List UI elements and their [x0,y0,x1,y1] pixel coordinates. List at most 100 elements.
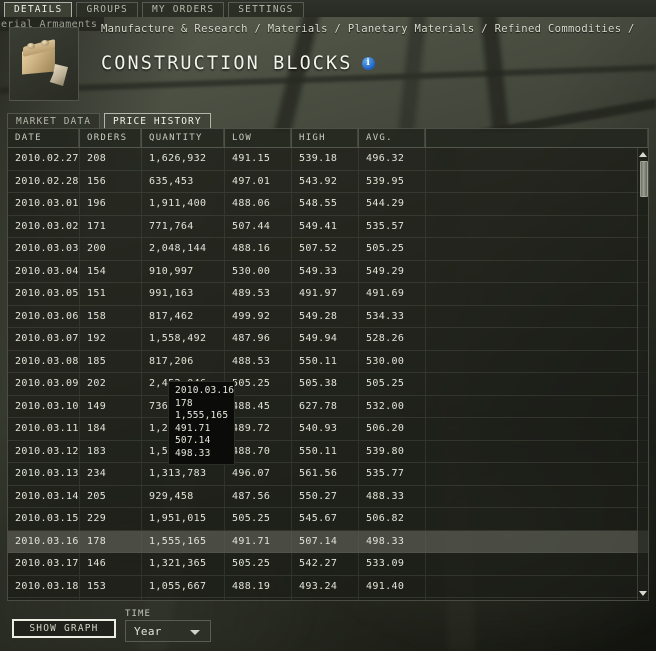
table-row[interactable]: 2010.03.15 229 1,951,015 505.25 545.67 506.82 [8,508,648,531]
cell-date: 2010.03.12 [8,440,80,462]
cell-high: 539.18 [292,148,359,170]
table-row[interactable]: 2010.03.17 146 1,321,365 505.25 542.27 533.09 [8,553,648,576]
cell-orders: 158 [80,305,142,327]
cell-high: 505.38 [292,373,359,395]
table-row[interactable]: 2010.03.07 192 1,558,492 487.96 549.94 528.26 [8,328,648,351]
cell-orders: 234 [80,463,142,485]
cell-date: 2010.03.13 [8,463,80,485]
table-row[interactable]: 2010.03.01 196 1,911,400 488.06 548.55 544.29 [8,193,648,216]
cell-avg: 530.00 [359,350,426,372]
cell-high: 542.27 [292,553,359,575]
cell-high: 550.11 [292,440,359,462]
top-tab-my-orders[interactable]: MY ORDERS [141,2,225,17]
cell-blank [426,283,648,305]
table-row[interactable]: 2010.03.14 205 929,458 487.56 550.27 488.33 [8,485,648,508]
info-icon[interactable]: i [361,57,375,70]
cell-blank [426,486,648,508]
cell-quantity: 1,555,165 [142,530,225,552]
cell-date: 2010.03.02 [8,215,80,237]
cell-high: 493.24 [292,575,359,597]
cell-blank [426,306,648,328]
cell-avg: 491.40 [359,575,426,597]
table-row[interactable]: 2010.03.09 202 2,452,046 505.25 505.38 505.25 [8,373,648,396]
table-row[interactable]: 2010.03.10 149 736,885 488.45 627.78 532.00 [8,395,648,418]
cell-blank [426,351,648,373]
cell-orders: 178 [80,598,142,600]
table-row[interactable]: 2010.03.06 158 817,462 499.92 549.28 534.33 [8,305,648,328]
scroll-up-arrow-icon[interactable] [639,150,648,159]
cell-low: 488.19 [225,575,292,597]
cell-quantity: 1,626,932 [142,148,225,170]
cell-orders: 196 [80,193,142,215]
breadcrumb[interactable]: Manufacture & Research / Materials / Pla… [101,23,635,35]
table-row[interactable]: 2010.03.02 171 771,764 507.44 549.41 535.57 [8,215,648,238]
table-body: 2010.02.27 208 1,626,932 491.15 539.18 496.32… [8,148,648,600]
table-row[interactable]: 2010.03.03 200 2,048,144 488.16 507.52 505.25 [8,238,648,261]
top-tab-settings[interactable]: SETTINGS [228,2,304,17]
cell-low: 507.44 [225,215,292,237]
show-graph-button[interactable]: SHOW GRAPH [12,619,116,638]
column-header-blank[interactable] [426,129,648,147]
cell-low: 488.06 [225,193,292,215]
table-row[interactable]: 2010.03.13 234 1,313,783 496.07 561.56 535.77 [8,463,648,486]
scrollbar-thumb[interactable] [639,161,648,197]
cell-quantity: 1,266,540 [142,418,225,440]
vertical-scrollbar[interactable] [637,148,648,600]
cell-avg: 543.65 [359,598,426,600]
time-range-select[interactable]: Year [125,620,211,642]
cell-avg: 505.25 [359,238,426,260]
table-row[interactable]: 2010.03.05 151 991,163 489.53 491.97 491.69 [8,283,648,306]
cell-orders: 151 [80,283,142,305]
cell-date: 2010.03.05 [8,283,80,305]
cell-orders: 202 [80,373,142,395]
cell-quantity: 1,911,400 [142,193,225,215]
cell-low: 489.72 [225,418,292,440]
cell-avg: 498.33 [359,530,426,552]
cell-date: 2010.03.15 [8,508,80,530]
cell-quantity: 1,156,998 [142,598,225,600]
table-row[interactable]: 2010.03.16 178 1,555,165 491.71 507.14 498.33 [8,530,648,553]
cell-avg: 532.00 [359,395,426,417]
sub-tab-price-history[interactable]: PRICE HISTORY [104,113,211,129]
cell-date: 2010.03.06 [8,305,80,327]
cell-high: 545.67 [292,508,359,530]
cell-low: 488.16 [225,238,292,260]
cell-high: 627.78 [292,395,359,417]
table-row[interactable]: 2010.02.27 208 1,626,932 491.15 539.18 496.32 [8,148,648,171]
cell-high: 550.27 [292,485,359,507]
cell-orders: 192 [80,328,142,350]
cell-blank [426,238,648,260]
cell-low: 505.25 [225,508,292,530]
cell-quantity: 817,462 [142,305,225,327]
cell-date: 2010.03.14 [8,485,80,507]
table-row[interactable]: 2010.03.11 184 1,266,540 489.72 540.93 506.20 [8,418,648,441]
top-tab-details[interactable]: DETAILS [4,2,73,17]
cell-orders: 200 [80,238,142,260]
cell-high: 548.55 [292,193,359,215]
table-row[interactable]: 2010.02.28 156 635,453 497.01 543.92 539.95 [8,170,648,193]
table-row[interactable]: 2010.03.12 183 1,544,461 488.70 550.11 539.80 [8,440,648,463]
cell-low: 489.14 [225,598,292,600]
column-header-avg[interactable]: AVG. [359,129,426,147]
sub-tab-market-data[interactable]: MARKET DATA [7,113,101,129]
scroll-down-arrow-icon[interactable] [639,589,648,598]
table-row[interactable]: 2010.03.08 185 817,206 488.53 550.11 530.00 [8,350,648,373]
top-tab-groups[interactable]: GROUPS [76,2,138,17]
time-label: TIME [125,609,152,619]
cell-low: 505.25 [225,553,292,575]
cell-low: 491.71 [225,530,292,552]
sub-tab-bar: MARKET DATA PRICE HISTORY [0,110,656,129]
time-range-value: Year [134,625,162,638]
cell-blank [426,576,648,598]
column-header-low[interactable]: LOW [225,129,292,147]
column-header-high[interactable]: HIGH [292,129,359,147]
column-header-date[interactable]: DATE [8,129,80,147]
table-row[interactable]: 2010.03.04 154 910,997 530.00 549.33 549.29 [8,260,648,283]
table-row[interactable]: 2010.03.191781,156,998489.14553.31543.65 [8,598,648,600]
cell-high: 549.41 [292,215,359,237]
column-header-orders[interactable]: ORDERS [80,129,142,147]
column-header-quantity[interactable]: QUANTITY [142,129,225,147]
table-row[interactable]: 2010.03.18 153 1,055,667 488.19 493.24 491.40 [8,575,648,598]
cell-low: 489.53 [225,283,292,305]
cell-orders: 208 [80,148,142,170]
